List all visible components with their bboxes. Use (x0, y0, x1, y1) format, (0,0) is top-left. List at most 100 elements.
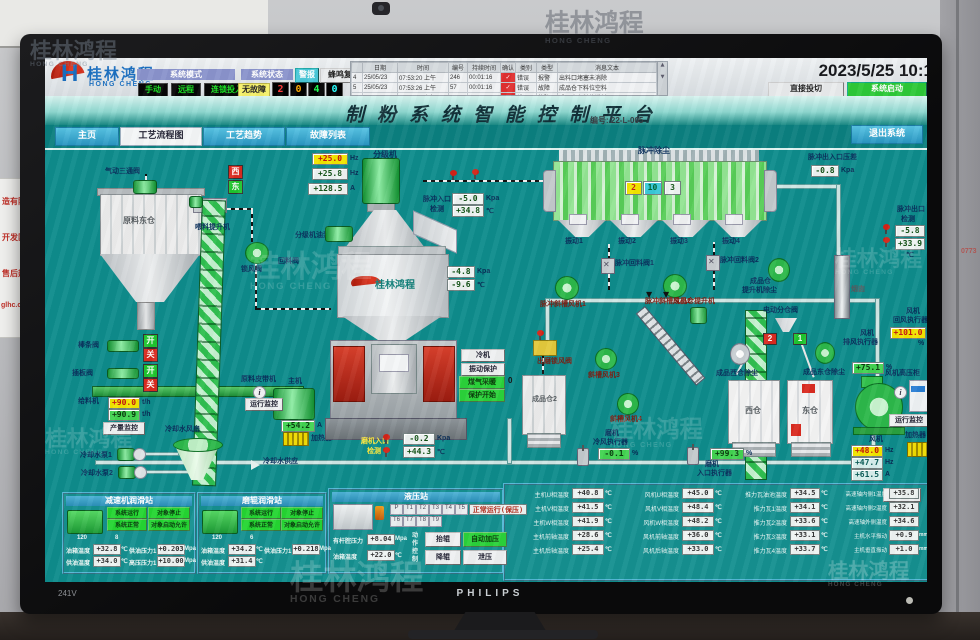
tab-trend[interactable]: 工艺趋势 (203, 127, 285, 146)
butterfly-valve-icon[interactable] (687, 447, 699, 465)
p2-obj-stop[interactable]: 对象停止 (281, 507, 323, 519)
manual-button[interactable]: 手动 (138, 83, 168, 97)
chute-fan4-icon[interactable] (617, 393, 639, 415)
p2-obj-allow[interactable]: 对象启动允许 (281, 519, 323, 531)
chute-fan3-icon[interactable] (595, 348, 617, 370)
alarm-row[interactable]: 525/05/23 07:53:26 上午57 00:01:16✓ 错误故障 成… (352, 83, 657, 93)
slide-valve-icon[interactable] (107, 368, 139, 379)
three-way-valve-icon[interactable] (133, 180, 157, 194)
product-elevator-dust-fan[interactable] (768, 258, 790, 282)
temp-label: 推力瓦2温度 (725, 518, 787, 527)
protect-start-button[interactable]: 保护开始 (459, 389, 505, 402)
classifier-motor-icon[interactable] (362, 158, 400, 204)
monitor-stand-base (408, 630, 598, 639)
temp-value: +33.0 (682, 544, 714, 555)
temp-value: +40.8 (572, 488, 604, 499)
p1-obj-allow[interactable]: 对象启动允许 (148, 519, 190, 531)
yield-monitor-button[interactable]: 产量监控 (103, 422, 145, 435)
raw-silo-spout (137, 302, 155, 330)
fan-ret-act-value: +101.0 (890, 327, 926, 339)
info-icon[interactable]: i (894, 386, 907, 399)
chute-fan3-label: 斜槽风机3 (588, 372, 620, 380)
tab-fault-list[interactable]: 故障列表 (286, 127, 370, 146)
alarm-table[interactable]: 日期 时间 编号 持续时间 确认 类别 类型 消息文本 425/05/23 07… (350, 61, 668, 96)
tab-process-flow[interactable]: 工艺流程图 (120, 127, 202, 146)
p2-sys-run[interactable]: 系统运行 (241, 507, 281, 519)
west-silo-dust-fan[interactable] (730, 343, 750, 365)
pulse-outlet-temp: +33.9 (895, 238, 925, 250)
hydraulic-icon (333, 504, 373, 530)
wall-note-line: glhc.c (1, 302, 21, 309)
exit-system-button[interactable]: 退出系统 (851, 125, 923, 144)
tab-home[interactable]: 主页 (55, 127, 119, 146)
east-silo-dust-fan[interactable] (815, 342, 835, 364)
pulse-return-valve1-icon[interactable] (601, 258, 615, 274)
step-t1: T1 (403, 504, 416, 515)
bar-valve-close[interactable]: 关 (143, 348, 158, 362)
temp-label: 主机W相温度 (507, 518, 569, 527)
pulse-return-valve2-icon[interactable] (706, 255, 720, 271)
vibration-protect-indicator[interactable]: 振动保护 (461, 363, 505, 376)
alarm-row[interactable]: 425/05/23 07:53:20 上午246 00:01:16✓ 错误报警 … (352, 73, 657, 83)
p1-sys-normal[interactable]: 系统正常 (107, 519, 147, 531)
fan-amps-unit: A (885, 471, 890, 478)
pulse-inlet-pressure: -5.0 (452, 193, 484, 205)
lower-roller-button[interactable]: 降辊 (425, 550, 461, 565)
step-t4: T4 (442, 504, 455, 515)
classifier-pump-icon[interactable] (325, 226, 353, 242)
lock-valve-fan-icon[interactable] (245, 242, 269, 264)
hv-run-monitor-button[interactable]: 运行监控 (889, 414, 927, 427)
fan-setpoint: +48.0 (851, 445, 883, 457)
temp-value: +41.5 (572, 502, 604, 513)
vibrator3-label: 振动3 (670, 238, 688, 246)
bar-valve-open[interactable]: 开 (143, 334, 158, 348)
p1-sys-run[interactable]: 系统运行 (107, 507, 147, 519)
cooling-pump2-volute (134, 466, 147, 479)
remote-button[interactable]: 远程 (171, 83, 201, 97)
direct-switch-button[interactable]: 直接投切 (768, 82, 844, 97)
system-start-button[interactable]: 系统启动 (847, 82, 927, 97)
east-select-button[interactable]: 东 (228, 180, 243, 194)
outlet-valve-icon[interactable] (533, 340, 557, 356)
auto-pressurize-button[interactable]: 自动加压 (463, 532, 507, 547)
reducer-lube-title: 减速机润滑站 (66, 496, 192, 506)
gas-heating-button[interactable]: 煤气采暖 (459, 376, 505, 389)
raise-roller-button[interactable]: 抬辊 (425, 532, 461, 547)
cold-machine-indicator[interactable]: 冷机 (461, 349, 505, 362)
slide-valve-close[interactable]: 关 (143, 378, 158, 392)
logo-letter: H (61, 60, 78, 88)
product-silo2[interactable] (522, 375, 566, 435)
flow-line (423, 180, 553, 182)
bar-valve-icon[interactable] (107, 340, 139, 352)
p2-n2: 6 (250, 535, 253, 541)
slide-valve-open[interactable]: 开 (143, 364, 158, 378)
cooling-pump1-label: 冷却水泵1 (80, 452, 112, 460)
temp-value: +48.2 (682, 516, 714, 527)
temp-label: 高速轴外侧温度 (831, 518, 887, 526)
pulse-chute-fan1-icon[interactable] (555, 276, 579, 300)
classifier-set-unit: Hz (350, 155, 359, 162)
hv-cabinet-icon[interactable] (909, 380, 927, 412)
mill-cold-act-value: -0.1 (598, 448, 630, 460)
scada-canvas: ▼ ▼ 气动三通阀 西 东 原料东仓 棒条阀 开 关 插板阀 开 关 原料皮带机 (45, 148, 927, 485)
step-t9: T9 (429, 516, 442, 527)
run-monitor-button[interactable]: 运行监控 (245, 398, 283, 411)
p1-r1-label: 油箱温度 (66, 546, 90, 555)
outlet-valve-label: 出磨锁风阀 (537, 358, 572, 366)
divert-pos1: 1 (793, 333, 807, 345)
mill-lower-cone (342, 316, 442, 340)
pressure-release-button[interactable]: 泄压 (463, 550, 507, 565)
stack-icon (834, 255, 850, 319)
butterfly-valve-icon[interactable] (577, 448, 589, 466)
alarm-scrollbar[interactable]: ▲▼ (657, 62, 667, 95)
alarm-button[interactable]: 警报 (295, 68, 319, 83)
pulse-inlet-pressure-unit: Kpa (486, 195, 499, 202)
step-t7: T7 (403, 516, 416, 527)
raw-silo-label: 原料东仓 (123, 216, 155, 225)
west-select-button[interactable]: 西 (228, 165, 243, 179)
divert-valve-icon[interactable] (775, 318, 797, 332)
p1-obj-stop[interactable]: 对象停止 (148, 507, 190, 519)
pulse-dp-label: 脉冲出入口压差 (808, 154, 857, 162)
elevator-motor (189, 196, 203, 208)
p2-sys-normal[interactable]: 系统正常 (241, 519, 281, 531)
